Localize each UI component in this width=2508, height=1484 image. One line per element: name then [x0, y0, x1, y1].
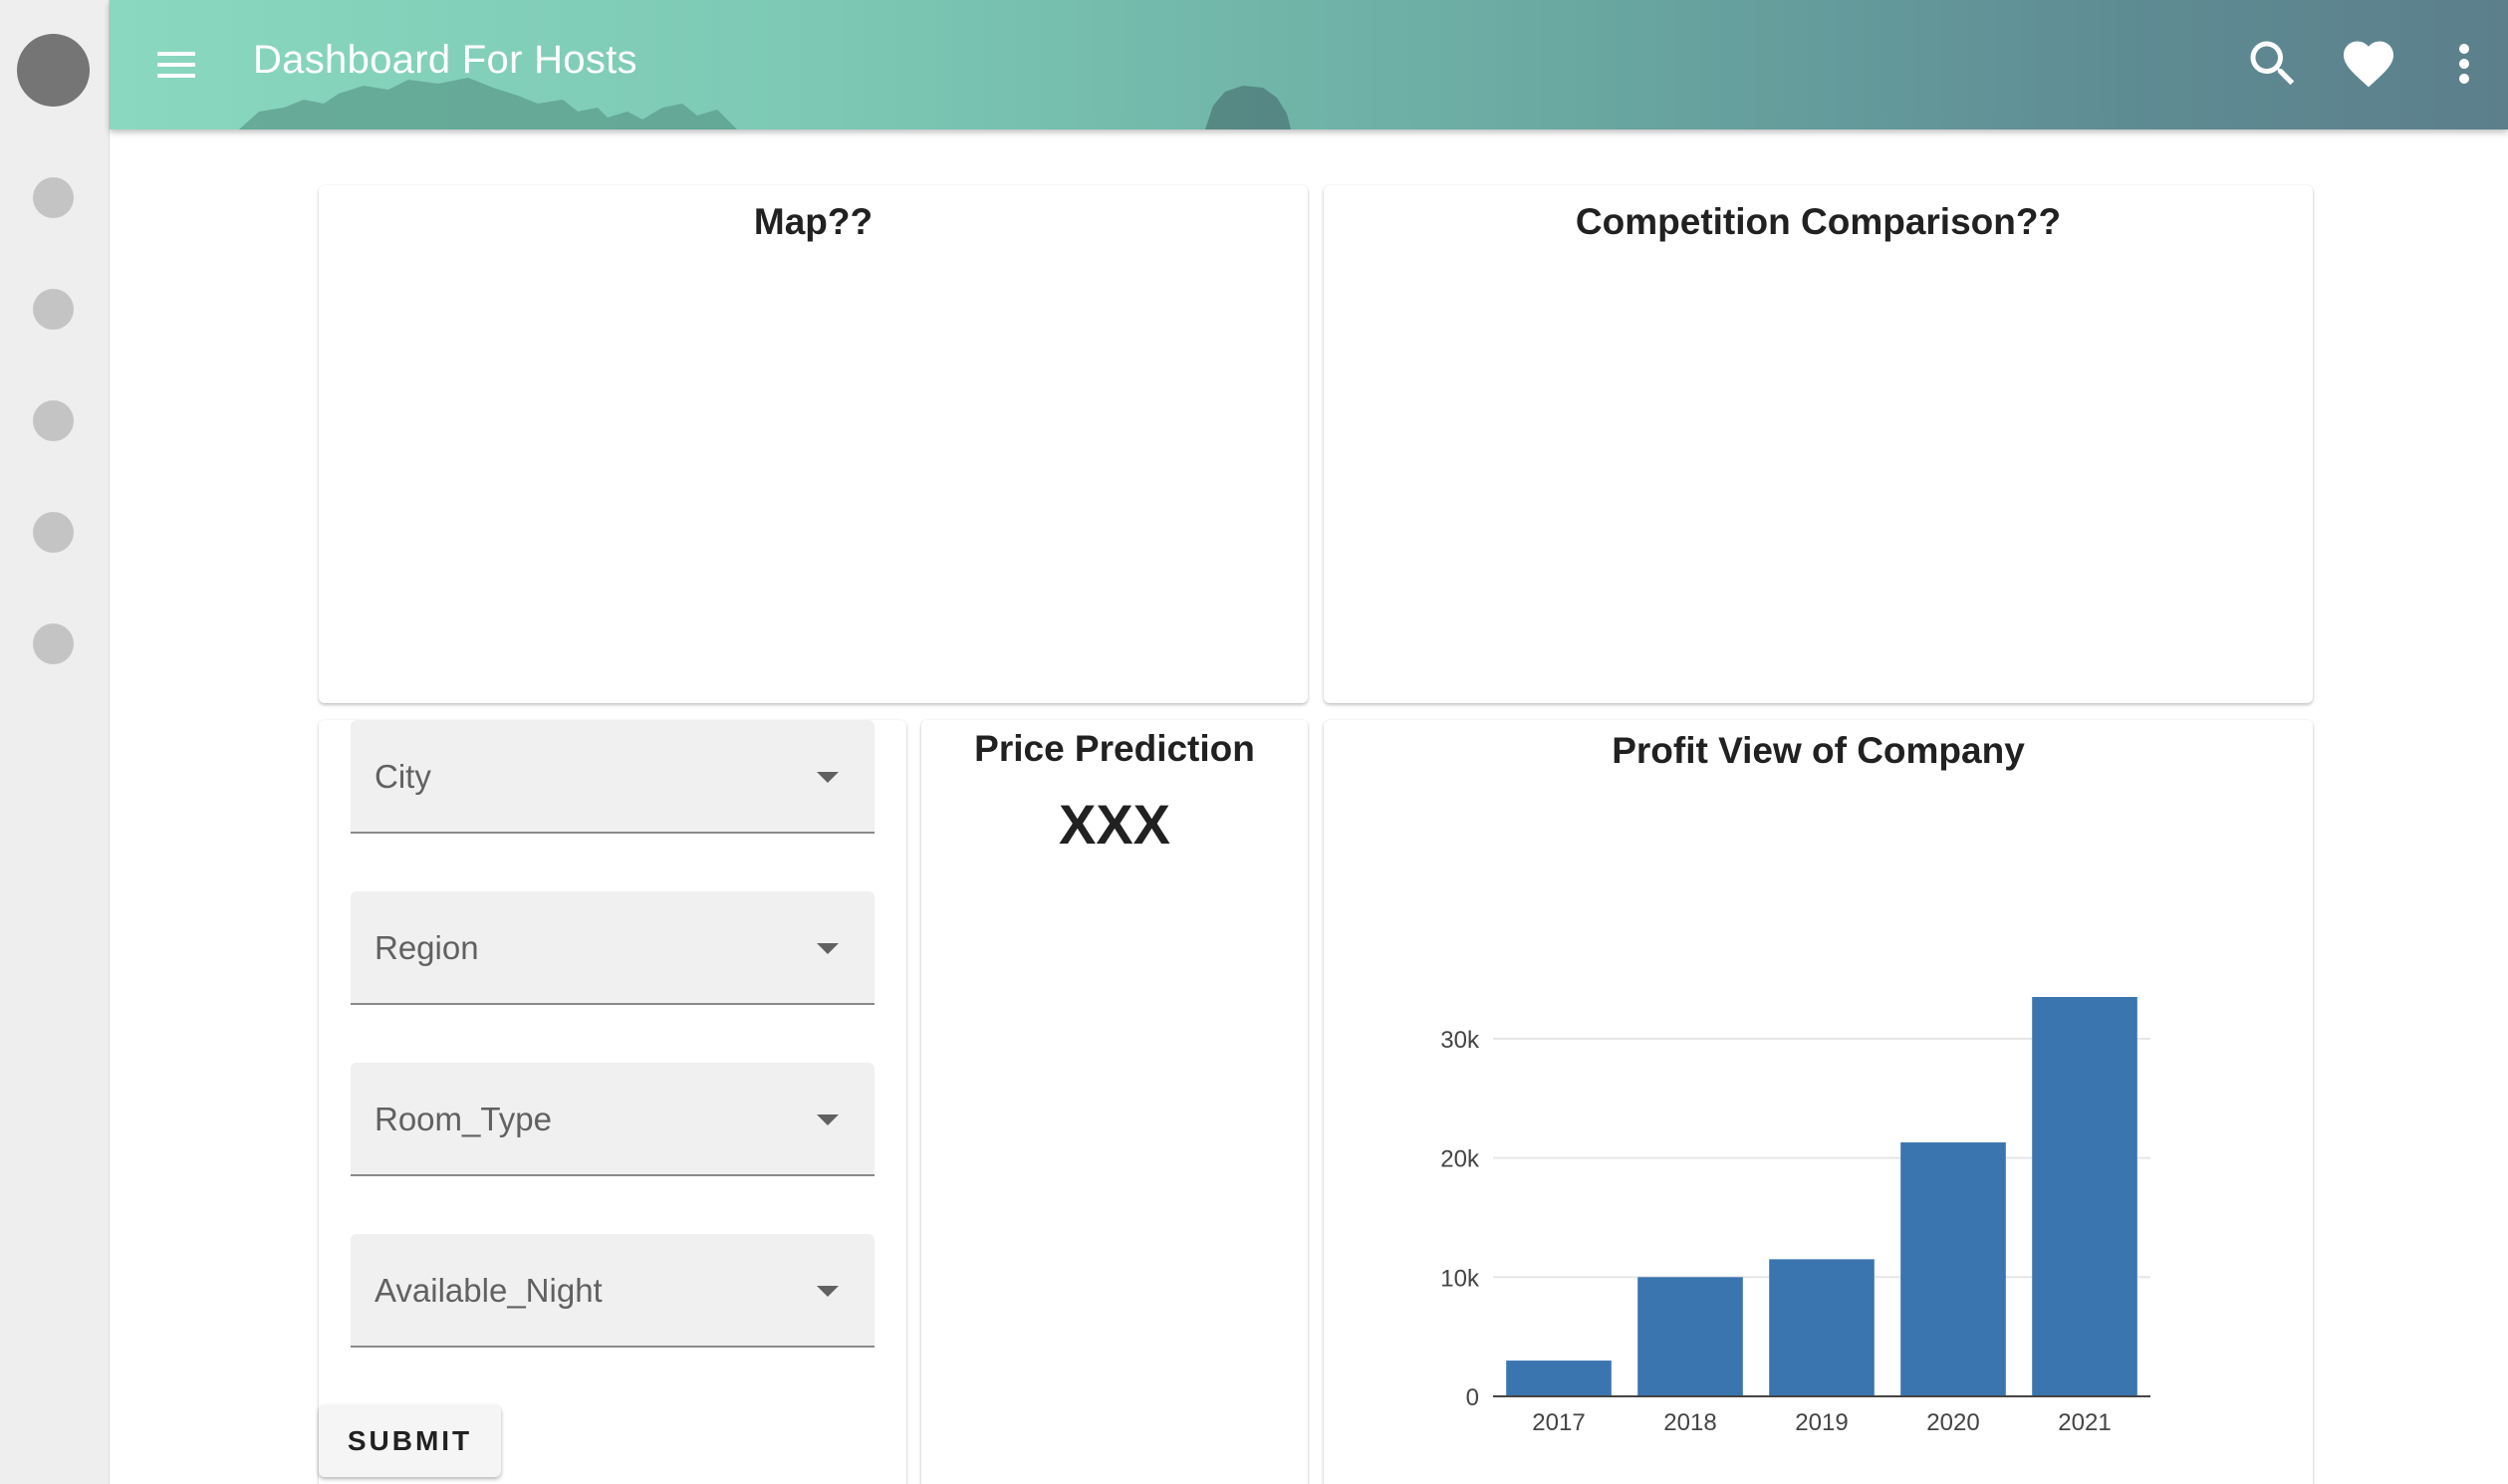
- nav-rail-item-4[interactable]: [33, 512, 74, 553]
- profit-card: Profit View of Company 0 10k 20k 30k 2017 201…: [1324, 720, 2313, 1484]
- app-bar: Dashboard For Hosts: [110, 0, 2508, 129]
- heart-icon[interactable]: [2339, 34, 2398, 94]
- more-vert-icon[interactable]: [2434, 34, 2494, 94]
- room-type-select-label: Room_Type: [375, 1101, 552, 1137]
- dropdown-arrow-icon: [817, 1114, 839, 1125]
- available-night-select-label: Available_Night: [375, 1272, 603, 1309]
- y-tick-label: 10k: [1440, 1265, 1480, 1292]
- filters-card: City Region Room_Type Available_Night: [319, 720, 906, 1484]
- avatar[interactable]: [17, 34, 90, 107]
- competition-card-title: Competition Comparison??: [1575, 201, 2062, 242]
- x-tick-label: 2019: [1795, 1409, 1848, 1436]
- bar-2020[interactable]: [1900, 1142, 2006, 1396]
- y-tick-label: 20k: [1440, 1146, 1480, 1173]
- submit-button[interactable]: SUBMIT: [319, 1405, 501, 1477]
- x-tick-label: 2017: [1532, 1409, 1585, 1436]
- dropdown-arrow-icon: [817, 943, 839, 954]
- x-tick-label: 2020: [1926, 1409, 1979, 1436]
- dropdown-arrow-icon: [817, 1286, 839, 1297]
- city-select-label: City: [375, 758, 431, 795]
- bar-2018[interactable]: [1637, 1277, 1743, 1396]
- menu-icon[interactable]: [145, 42, 205, 88]
- price-prediction-value: XXX: [1058, 793, 1171, 856]
- nav-rail-item-2[interactable]: [33, 289, 74, 330]
- x-tick-label: 2018: [1663, 1409, 1716, 1436]
- region-select-label: Region: [375, 929, 479, 966]
- nav-rail: [0, 0, 110, 1484]
- app-title: Dashboard For Hosts: [253, 38, 637, 82]
- region-select[interactable]: Region: [351, 891, 875, 1005]
- y-tick-label: 30k: [1440, 1027, 1480, 1054]
- bar-2021[interactable]: [2032, 997, 2137, 1396]
- available-night-select[interactable]: Available_Night: [351, 1234, 875, 1348]
- y-tick-label: 0: [1466, 1384, 1479, 1411]
- city-select[interactable]: City: [351, 720, 875, 834]
- competition-card: Competition Comparison??: [1324, 185, 2313, 703]
- x-tick-label: 2021: [2058, 1409, 2111, 1436]
- nav-rail-item-1[interactable]: [33, 177, 74, 218]
- nav-rail-item-3[interactable]: [33, 400, 74, 441]
- price-prediction-title: Price Prediction: [974, 728, 1255, 769]
- search-icon[interactable]: [2243, 34, 2303, 94]
- room-type-select[interactable]: Room_Type: [351, 1063, 875, 1176]
- nav-rail-item-5[interactable]: [33, 623, 74, 664]
- bar-2019[interactable]: [1769, 1259, 1875, 1396]
- bar-2017[interactable]: [1506, 1360, 1612, 1396]
- dropdown-arrow-icon: [817, 772, 839, 783]
- map-card-title: Map??: [753, 201, 874, 242]
- map-card: Map??: [319, 185, 1308, 703]
- app-root: Dashboard For Hosts Map?? Competition Co…: [0, 0, 2508, 1484]
- profit-bar-chart: 0 10k 20k 30k 2017 2018 2019 2020 2021: [1440, 997, 2150, 1436]
